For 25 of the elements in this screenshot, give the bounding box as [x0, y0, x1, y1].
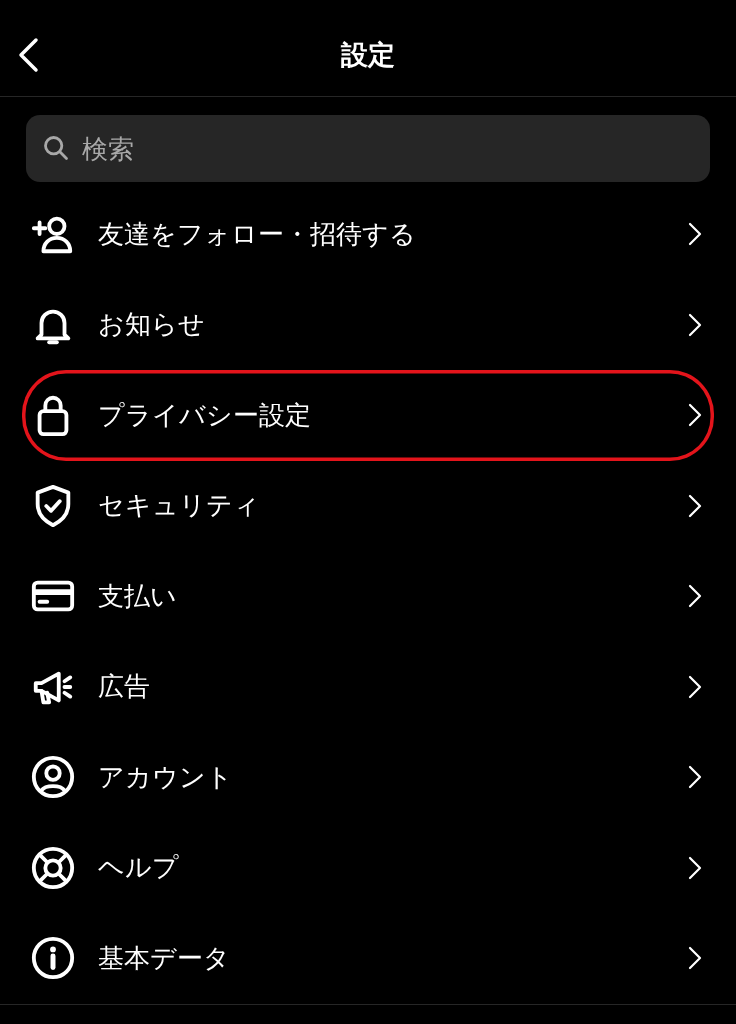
info-icon: [30, 935, 76, 982]
lifebuoy-icon: [30, 844, 76, 891]
settings-item[interactable]: アカウント: [22, 732, 714, 823]
person-circle-icon: [30, 754, 76, 801]
search-icon: [42, 134, 70, 162]
settings-item[interactable]: セキュリティ: [22, 460, 714, 551]
chevron-right-icon: [688, 493, 702, 518]
search-field[interactable]: 検索: [26, 115, 710, 182]
settings-item[interactable]: プライバシー設定: [22, 370, 714, 461]
settings-item[interactable]: 基本データ: [22, 913, 714, 1004]
settings-item[interactable]: 友達をフォロー・招待する: [22, 189, 714, 280]
chevron-right-icon: [688, 855, 702, 880]
chevron-right-icon: [688, 584, 702, 609]
settings-item[interactable]: 支払い: [22, 551, 714, 642]
page-title: 設定: [341, 37, 395, 72]
chevron-right-icon: [688, 222, 702, 247]
settings-item[interactable]: 広告: [22, 641, 714, 732]
settings-item[interactable]: お知らせ: [22, 279, 714, 370]
chevron-right-icon: [688, 946, 702, 971]
chevron-right-icon: [688, 403, 702, 428]
settings-item[interactable]: ヘルプ: [22, 822, 714, 913]
chevron-right-icon: [688, 312, 702, 337]
chevron-right-icon: [688, 674, 702, 699]
chevron-right-icon: [688, 765, 702, 790]
back-icon[interactable]: [16, 37, 40, 73]
